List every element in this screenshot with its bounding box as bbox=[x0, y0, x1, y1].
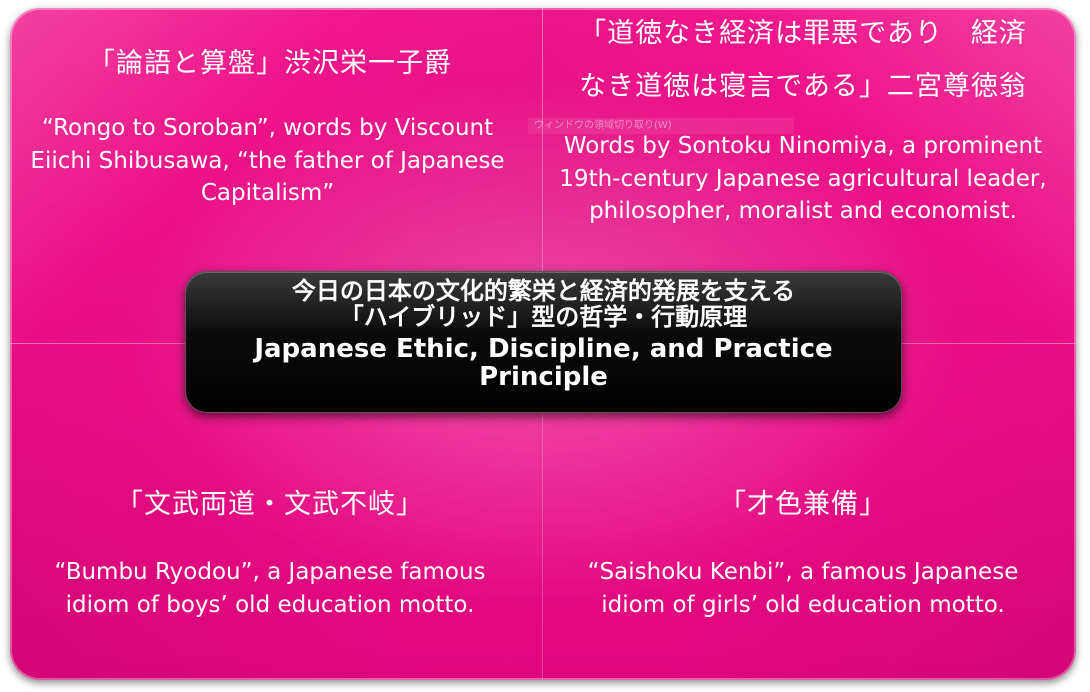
top-right-japanese-line2: なき道徳は寝言である」二宮尊徳翁 bbox=[579, 70, 1027, 102]
top-right-japanese-title: 「道徳なき経済は罪悪であり 経済 なき道徳は寝言である」二宮尊徳翁 bbox=[553, 8, 1053, 113]
top-right-english-caption: Words by Sontoku Ninomiya, a prominent 1… bbox=[559, 133, 1047, 225]
top-left-english-caption: “Rongo to Soroban”, words by Viscount Ei… bbox=[30, 115, 505, 207]
center-english-line2: Principle bbox=[479, 362, 608, 392]
center-principle-box: 今日の日本の文化的繁栄と経済的発展を支える 「ハイブリッド」型の哲学・行動原理 … bbox=[185, 271, 902, 413]
bottom-left-english-caption: “Bumbu Ryodou”, a Japanese famous idiom … bbox=[54, 559, 486, 618]
bottom-right-japanese-title: 「才色兼備」 bbox=[719, 489, 887, 520]
center-japanese-line1: 今日の日本の文化的繁栄と経済的発展を支える bbox=[291, 277, 796, 305]
bottom-right-english-caption: “Saishoku Kenbi”, a famous Japanese idio… bbox=[587, 559, 1019, 618]
center-english-line1: Japanese Ethic, Discipline, and Practice bbox=[254, 334, 833, 364]
center-japanese-line2: 「ハイブリッド」型の哲学・行動原理 bbox=[339, 303, 748, 331]
bottom-left-japanese-title: 「文武両道・文武不岐」 bbox=[116, 489, 424, 520]
top-right-japanese-line1: 「道徳なき経済は罪悪であり 経済 bbox=[579, 18, 1027, 49]
top-left-japanese-title: 「論語と算盤」渋沢栄一子爵 bbox=[88, 48, 452, 79]
